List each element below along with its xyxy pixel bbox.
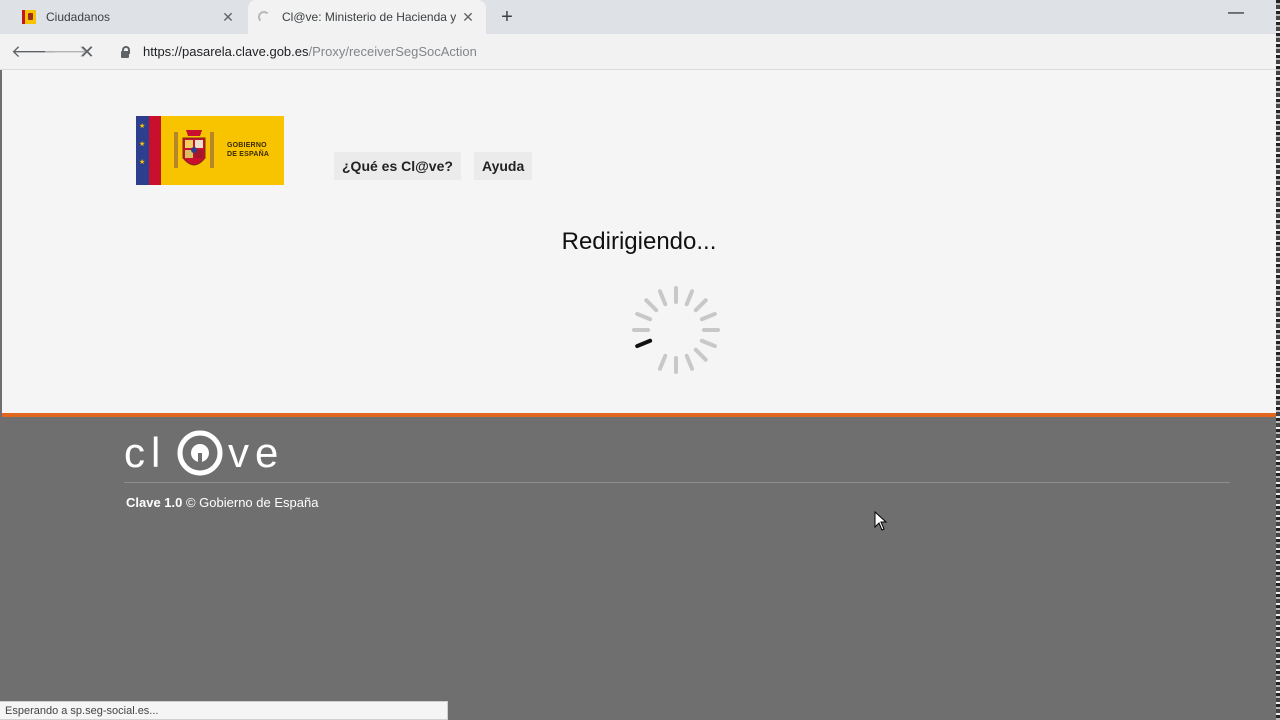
stop-loading-button[interactable]: ✕ [75,40,99,64]
eu-stripe: ★ ★ ★ [136,116,149,185]
redirecting-message: Redirigiendo... [561,228,717,255]
footer-divider [124,482,1230,483]
back-button[interactable]: 🡐 [11,40,57,64]
close-icon[interactable]: ✕ [216,9,240,26]
browser-toolbar: 🡐 🡒 ✕ https://pasarela.clave.gob.es/Prox… [0,34,1280,70]
copyright-owner: © Gobierno de España [182,495,319,510]
clave-logo: cl ve [124,429,284,476]
page-content: ★ ★ ★ GOBIERNO DE ESPAÑA ¿Qué es Cl@ve? … [2,70,1276,414]
que-es-clave-link[interactable]: ¿Qué es Cl@ve? [334,152,461,180]
ayuda-link[interactable]: Ayuda [474,152,533,180]
svg-text:ve: ve [228,429,284,476]
loading-spinner-icon [632,286,720,374]
logo-line1: GOBIERNO [227,142,267,149]
copyright-version: Clave 1.0 [126,495,183,510]
svg-text:cl: cl [124,429,166,476]
copyright-text: Clave 1.0 © Gobierno de España [126,495,318,510]
new-tab-button[interactable]: + [496,4,518,30]
gobierno-text: GOBIERNO DE ESPAÑA [227,141,269,159]
minimize-button[interactable]: — [1226,4,1246,24]
mouse-cursor-icon [874,511,888,531]
coat-of-arms-icon [174,130,214,168]
status-bar: Esperando a sp.seg-social.es... [0,701,448,720]
tab-title: Ciudadanos [46,10,111,24]
screen-edge-artifact [1276,0,1280,720]
address-bar[interactable]: https://pasarela.clave.gob.es/Proxy/rece… [143,44,477,59]
forward-button[interactable]: 🡒 [43,40,89,64]
red-stripe [149,116,161,185]
tab-title: Cl@ve: Ministerio de Hacienda y [282,10,456,24]
footer: cl ve Clave 1.0 © Gobierno de España [0,417,1276,720]
tab-clave[interactable]: Cl@ve: Ministerio de Hacienda y ✕ [248,0,486,34]
url-path: /Proxy/receiverSegSocAction [308,44,477,59]
close-icon[interactable]: ✕ [456,9,480,26]
tab-ciudadanos[interactable]: Ciudadanos ✕ [12,0,246,34]
logo-line2: DE ESPAÑA [227,151,270,158]
tab-bar: Ciudadanos ✕ Cl@ve: Ministerio de Hacien… [0,0,1280,34]
gobierno-logo[interactable]: ★ ★ ★ GOBIERNO DE ESPAÑA [136,116,284,185]
url-host: https://pasarela.clave.gob.es [143,44,309,59]
lock-icon[interactable] [118,45,132,59]
loading-icon [258,11,270,23]
spain-flag-icon [22,10,36,24]
